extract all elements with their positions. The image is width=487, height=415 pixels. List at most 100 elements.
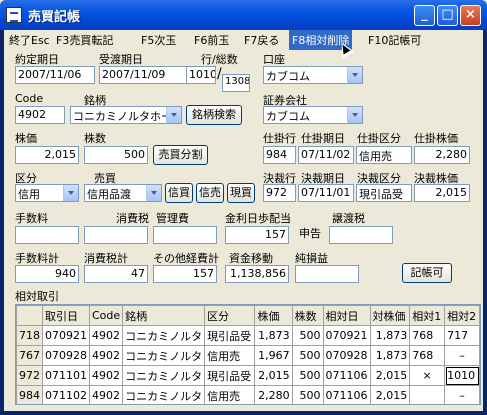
kubun-cell[interactable]: 信用売 [204,385,256,404]
code-cell[interactable]: 4902 [88,385,124,404]
qty-field[interactable]: 500 [84,146,148,164]
close-button[interactable]: × [460,5,481,26]
kubun-cell[interactable]: 現引品受 [204,365,256,386]
rel2-cell-selected[interactable]: 1010 [444,365,480,386]
chevron-down-icon[interactable] [146,185,161,201]
pos-type-field: 信用売 [356,146,412,164]
rel1-cell[interactable]: 768 [409,325,446,346]
pos-line-field: 984 [263,146,296,164]
rel1-cell[interactable]: 768 [409,345,446,366]
set-price-field: 2,015 [414,184,470,202]
menu-transfer[interactable]: F3売買転記 [56,32,113,48]
price-cell[interactable]: 1,873 [254,325,293,346]
margin-sell-button[interactable]: 信売 [196,183,224,203]
chevron-down-icon[interactable] [166,107,181,123]
mgmt-fee-label: 管理費 [156,212,189,225]
issue-cell[interactable]: コニカミノルタ [122,365,206,386]
rel-date-cell[interactable]: 071106 [322,385,371,404]
kubun-cell[interactable]: 現引品受 [204,325,256,346]
delivery-date-field[interactable]: 2007/11/09 [99,66,189,84]
issue-search-button[interactable]: 銘柄検索 [186,105,242,125]
rel-date-cell[interactable]: 070921 [322,325,371,346]
qty-cell[interactable]: 500 [291,325,324,346]
mgmt-fee-field[interactable] [153,226,217,244]
kubun-combo[interactable]: 信用 [15,184,79,202]
menu-record-enable[interactable]: F10記帳可 [368,32,421,48]
qty-cell[interactable]: 500 [291,365,324,386]
rel-price-cell[interactable]: 2,015 [369,365,411,386]
interest-field[interactable]: 157 [225,226,289,244]
title-bar[interactable]: 売買記帳 _ □ × [0,0,487,30]
transfer-tax-field[interactable] [329,226,393,244]
consumption-tax-field[interactable] [84,226,148,244]
relative-trades-label: 相対取引 [15,290,59,303]
issue-cell[interactable]: コニカミノルタ [122,325,206,346]
code-cell[interactable]: 4902 [88,345,124,366]
baibai-combo[interactable]: 信用品渡 [84,184,162,202]
table-row[interactable]: 767 070928 4902 コニカミノルタ 信用売 1,967 500 07… [16,345,480,366]
grid-header: 相対1 [409,305,446,326]
trade-date-cell[interactable]: 071101 [42,365,90,386]
split-button[interactable]: 売買分割 [153,145,208,165]
qty-cell[interactable]: 500 [291,385,324,404]
price-field[interactable]: 2,015 [15,146,79,164]
pos-line-label: 仕掛行 [263,132,296,145]
commission-field[interactable] [15,226,79,244]
margin-buy-button[interactable]: 信買 [165,183,193,203]
menu-exit[interactable]: 終了Esc [9,32,50,48]
table-row[interactable]: 972 071101 4902 コニカミノルタ 現引品受 2,015 500 0… [16,365,480,386]
code-cell[interactable]: 4902 [88,365,124,386]
table-row[interactable]: 718 070921 4902 コニカミノルタ 現引品受 1,873 500 0… [16,325,480,346]
row-id: 984 [16,385,43,404]
account-combo[interactable]: カブコム [263,66,363,84]
code-field[interactable]: 4902 [15,106,65,124]
chevron-down-icon[interactable] [347,107,362,123]
rel1-cell[interactable]: × [409,365,446,386]
rel2-cell[interactable]: 717 [444,325,480,346]
rel-date-cell[interactable]: 070928 [322,345,371,366]
contract-date-field[interactable]: 2007/11/06 [15,66,95,84]
kubun-cell[interactable]: 信用売 [204,345,256,366]
menu-prev[interactable]: F6前玉 [194,32,229,48]
issue-cell[interactable]: コニカミノルタ [122,345,206,366]
chevron-down-icon[interactable] [63,185,78,201]
minimize-button[interactable]: _ [414,5,435,26]
grid-header: 株数 [291,305,324,326]
menu-next[interactable]: F5次玉 [141,32,176,48]
pos-date-field: 07/11/02 [298,146,354,164]
qty-cell[interactable]: 500 [291,345,324,366]
account-value: カブコム [266,70,310,83]
issue-combo[interactable]: コニカミノルタホー [70,106,182,124]
broker-combo[interactable]: カブコム [263,106,363,124]
issue-value: コニカミノルタホー [73,110,172,123]
grid-header: 区分 [204,305,256,326]
maximize-button[interactable]: □ [437,5,458,26]
chevron-down-icon[interactable] [347,67,362,83]
rel2-cell[interactable]: – [444,385,480,404]
trade-date-cell[interactable]: 070928 [42,345,90,366]
price-cell[interactable]: 1,967 [254,345,293,366]
rel-price-cell[interactable]: 2,015 [369,385,411,404]
rel-price-cell[interactable]: 1,873 [369,325,411,346]
rel2-cell[interactable]: – [444,345,480,366]
table-row[interactable]: 984 071102 4902 コニカミノルタ 信用売 2,280 500 07… [16,385,480,404]
trade-date-cell[interactable]: 070921 [42,325,90,346]
row-id: 767 [16,345,43,366]
qty-label: 株数 [84,132,106,145]
record-enable-button[interactable]: 記帳可 [402,263,452,283]
grid-header: 相対2 [444,305,480,326]
grid-header: 株価 [254,305,293,326]
consumption-total-field: 47 [84,265,148,283]
menu-back[interactable]: F7戻る [244,32,279,48]
line-field[interactable]: 1010 [186,66,216,84]
price-cell[interactable]: 2,015 [254,365,293,386]
rel-date-cell[interactable]: 071106 [322,365,371,386]
trade-date-cell[interactable]: 071102 [42,385,90,404]
price-cell[interactable]: 2,280 [254,385,293,404]
code-cell[interactable]: 4902 [88,325,124,346]
rel-price-cell[interactable]: 1,873 [369,345,411,366]
issue-cell[interactable]: コニカミノルタ [122,385,206,404]
declare-button[interactable]: 申告 [295,225,325,245]
cash-buy-button[interactable]: 現買 [227,183,255,203]
rel1-cell[interactable] [409,385,446,404]
